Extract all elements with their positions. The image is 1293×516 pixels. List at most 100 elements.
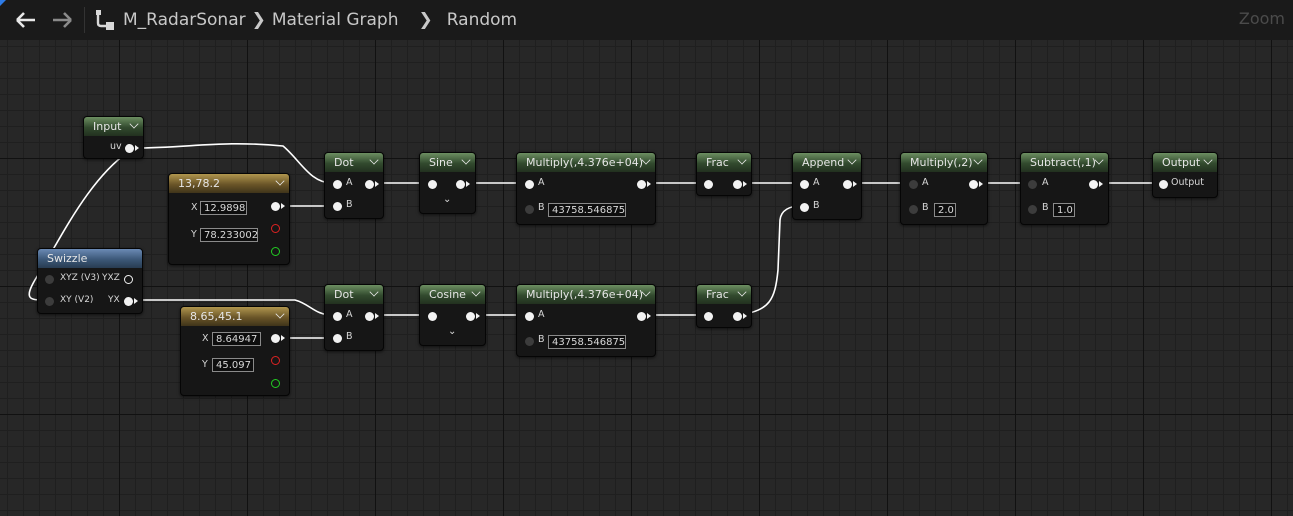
node-dot-1[interactable]: Dot A B	[324, 152, 384, 219]
node-header[interactable]: Output	[1153, 153, 1217, 172]
input-pin[interactable]	[704, 180, 713, 189]
input-pin-b[interactable]	[800, 203, 809, 212]
b-value-field[interactable]: 43758.546875	[548, 335, 626, 349]
input-pin[interactable]	[428, 180, 437, 189]
chevron-down-icon[interactable]	[471, 287, 481, 297]
input-pin[interactable]	[704, 312, 713, 321]
input-pin-b[interactable]	[333, 202, 342, 211]
output-pin[interactable]	[456, 180, 465, 189]
chevron-down-icon[interactable]	[1203, 155, 1213, 165]
pin-arrow-icon	[281, 335, 285, 341]
node-multiply-3[interactable]: Multiply(,2) A B 2.0	[900, 152, 988, 225]
output-pin-g[interactable]	[271, 379, 280, 388]
input-pin-a[interactable]	[909, 180, 918, 189]
y-value-field[interactable]: 78.233002	[200, 228, 258, 242]
pin-arrow-icon	[281, 203, 285, 209]
b-value-field[interactable]: 43758.546875	[548, 203, 626, 217]
output-pin[interactable]	[637, 312, 646, 321]
node-frac-2[interactable]: Frac	[696, 284, 752, 328]
output-pin-r[interactable]	[271, 224, 280, 233]
output-pin-uv[interactable]	[125, 144, 134, 153]
y-value-field[interactable]: 45.097	[212, 358, 254, 372]
node-header[interactable]: Multiply(,4.376e+04)	[517, 285, 655, 304]
node-header[interactable]: Input	[84, 117, 143, 136]
node-sine[interactable]: Sine ⌄	[419, 152, 476, 214]
chevron-down-icon[interactable]	[369, 155, 379, 165]
node-multiply-1[interactable]: Multiply(,4.376e+04) A B 43758.546875	[516, 152, 656, 225]
output-pin[interactable]	[1089, 180, 1098, 189]
node-multiply-2[interactable]: Multiply(,4.376e+04) A B 43758.546875	[516, 284, 656, 357]
input-pin-xyz[interactable]	[45, 275, 54, 284]
node-header[interactable]: Swizzle	[38, 249, 142, 268]
input-pin-b[interactable]	[333, 334, 342, 343]
output-pin[interactable]	[843, 180, 852, 189]
output-pin[interactable]	[733, 312, 742, 321]
node-constant2vector-2[interactable]: 8.65,45.1 X 8.64947 Y 45.097	[180, 306, 290, 396]
output-pin-x[interactable]	[271, 334, 280, 343]
chevron-down-icon[interactable]	[737, 155, 747, 165]
expand-chevron-icon[interactable]: ⌄	[443, 194, 451, 205]
input-pin[interactable]	[428, 312, 437, 321]
chevron-down-icon[interactable]	[973, 155, 983, 165]
node-cosine[interactable]: Cosine ⌄	[419, 284, 486, 346]
node-header[interactable]: Subtract(,1)	[1021, 153, 1108, 172]
output-pin-yx[interactable]	[124, 297, 133, 306]
input-pin-b[interactable]	[1028, 205, 1037, 214]
x-label: X	[191, 202, 198, 213]
node-dot-2[interactable]: Dot A B	[324, 284, 384, 351]
node-output[interactable]: Output Output	[1152, 152, 1218, 198]
output-pin-x[interactable]	[271, 202, 280, 211]
input-pin-a[interactable]	[333, 312, 342, 321]
node-append[interactable]: Append A B	[792, 152, 862, 220]
node-subtract[interactable]: Subtract(,1) A B 1.0	[1020, 152, 1109, 225]
node-title: Frac	[706, 156, 729, 169]
input-pin-a[interactable]	[1028, 180, 1037, 189]
node-header[interactable]: 13,78.2	[169, 174, 289, 193]
b-value-field[interactable]: 2.0	[934, 203, 956, 217]
node-swizzle[interactable]: Swizzle XYZ (V3) YXZ XY (V2) YX	[37, 248, 143, 314]
input-pin-a[interactable]	[525, 180, 534, 189]
chevron-down-icon[interactable]	[275, 309, 285, 319]
node-header[interactable]: Dot	[325, 285, 383, 304]
node-frac-1[interactable]: Frac	[696, 152, 752, 196]
node-constant2vector-1[interactable]: 13,78.2 X 12.9898 Y 78.233002	[168, 173, 290, 265]
chevron-down-icon[interactable]	[847, 155, 857, 165]
input-pin-b[interactable]	[525, 337, 534, 346]
node-header[interactable]: Sine	[420, 153, 475, 172]
node-header[interactable]: Append	[793, 153, 861, 172]
chevron-down-icon[interactable]	[737, 287, 747, 297]
output-pin[interactable]	[466, 312, 475, 321]
node-header[interactable]: Multiply(,4.376e+04)	[517, 153, 655, 172]
output-pin[interactable]	[365, 180, 374, 189]
chevron-down-icon[interactable]	[369, 287, 379, 297]
node-header[interactable]: Frac	[697, 153, 751, 172]
output-pin-g[interactable]	[271, 247, 280, 256]
input-pin-output[interactable]	[1159, 180, 1168, 189]
x-value-field[interactable]: 12.9898	[200, 201, 247, 215]
node-title: Dot	[334, 156, 354, 169]
node-header[interactable]: Cosine	[420, 285, 485, 304]
output-pin[interactable]	[365, 312, 374, 321]
input-pin-a[interactable]	[333, 180, 342, 189]
output-pin-r[interactable]	[271, 356, 280, 365]
chevron-down-icon[interactable]	[275, 176, 285, 186]
expand-chevron-icon[interactable]: ⌄	[448, 326, 456, 337]
node-input[interactable]: Input uv	[83, 116, 144, 159]
chevron-down-icon[interactable]	[461, 155, 471, 165]
x-value-field[interactable]: 8.64947	[212, 332, 261, 346]
input-pin-b[interactable]	[525, 205, 534, 214]
chevron-down-icon[interactable]	[129, 119, 139, 129]
node-header[interactable]: Frac	[697, 285, 751, 304]
output-pin-yxz[interactable]	[124, 275, 133, 284]
output-pin[interactable]	[733, 180, 742, 189]
input-pin-xy[interactable]	[45, 297, 54, 306]
node-header[interactable]: Dot	[325, 153, 383, 172]
node-header[interactable]: 8.65,45.1	[181, 307, 289, 326]
node-header[interactable]: Multiply(,2)	[901, 153, 987, 172]
input-pin-a[interactable]	[800, 180, 809, 189]
input-pin-b[interactable]	[909, 205, 918, 214]
input-pin-a[interactable]	[525, 312, 534, 321]
b-value-field[interactable]: 1.0	[1053, 203, 1075, 217]
output-pin[interactable]	[969, 180, 978, 189]
output-pin[interactable]	[637, 180, 646, 189]
